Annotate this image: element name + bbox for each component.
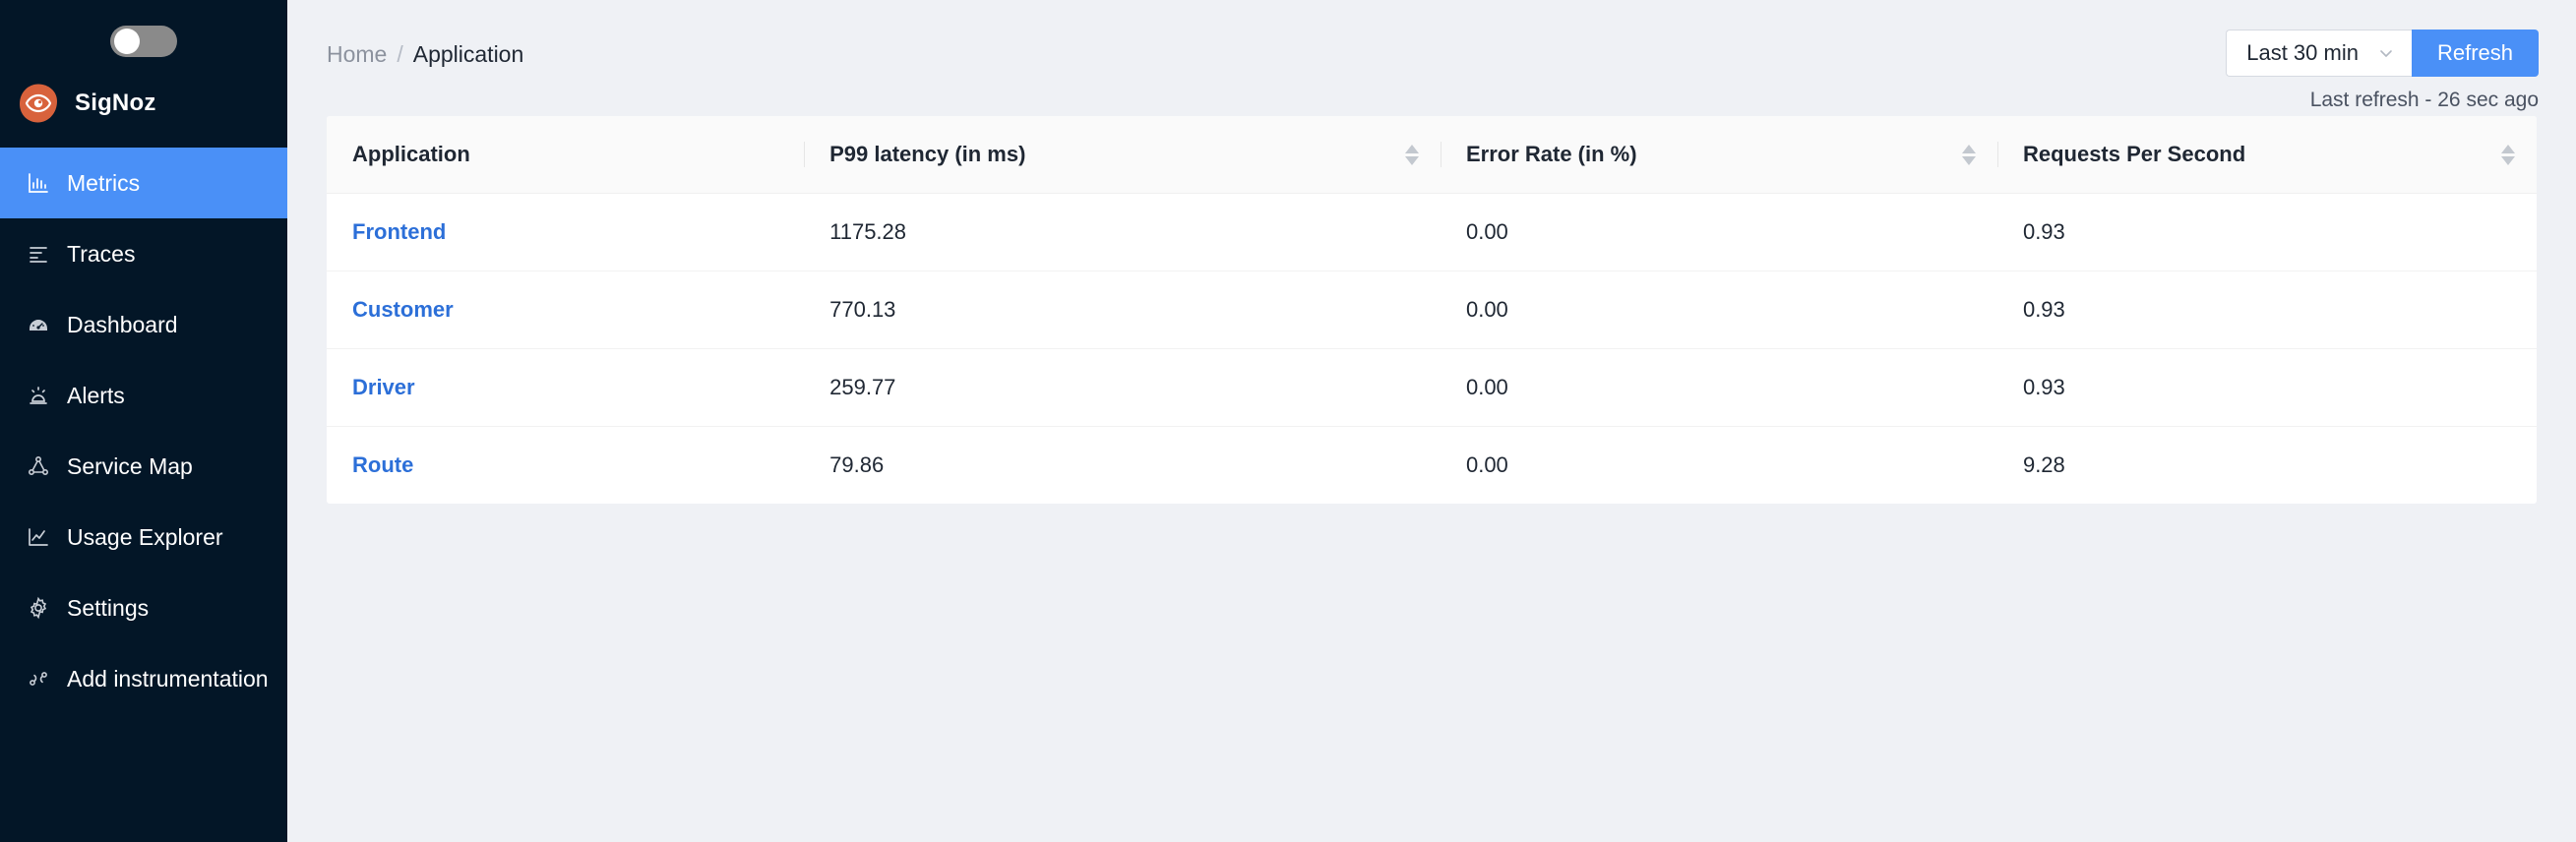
sidebar-item-label: Traces: [67, 240, 136, 267]
app-root: SigNoz Metrics Traces Dashboard Alerts S…: [0, 0, 2576, 842]
topbar-actions: Last 30 min Refresh Last refresh - 26 se…: [2226, 30, 2539, 112]
column-header-p99-latency[interactable]: P99 latency (in ms): [804, 116, 1441, 194]
sidebar: SigNoz Metrics Traces Dashboard Alerts S…: [0, 0, 287, 842]
sidebar-item-label: Usage Explorer: [67, 523, 223, 550]
cell-rps: 0.93: [1996, 271, 2537, 349]
cell-error-rate: 0.00: [1440, 348, 1997, 427]
sidebar-item-label: Settings: [67, 594, 150, 621]
sidebar-item-metrics[interactable]: Metrics: [0, 148, 287, 218]
sidebar-item-label: Add instrumentation: [67, 665, 269, 692]
sort-icon[interactable]: [1961, 144, 1976, 165]
table-row[interactable]: Frontend 1175.28 0.00 0.93: [327, 193, 2537, 271]
column-label: Error Rate (in %): [1465, 142, 1637, 166]
align-left-list-icon: [26, 241, 51, 267]
bar-chart-icon: [26, 170, 51, 196]
chevron-down-icon: [2376, 43, 2396, 63]
theme-toggle[interactable]: [110, 26, 177, 57]
sidebar-item-label: Metrics: [67, 169, 141, 196]
table-row[interactable]: Driver 259.77 0.00 0.93: [327, 348, 2537, 427]
topbar: Home / Application Last 30 min Refresh L…: [287, 0, 2576, 111]
main-content: Home / Application Last 30 min Refresh L…: [287, 0, 2576, 842]
sidebar-item-add-instrumentation[interactable]: Add instrumentation: [0, 643, 287, 714]
sidebar-item-service-map[interactable]: Service Map: [0, 431, 287, 502]
cell-p99: 79.86: [829, 452, 885, 477]
column-label: P99 latency (in ms): [829, 142, 1026, 166]
column-header-application: Application: [327, 116, 805, 194]
topbar-controls: Last 30 min Refresh: [2226, 30, 2539, 77]
sidebar-item-label: Dashboard: [67, 311, 178, 337]
application-link[interactable]: Driver: [352, 375, 415, 399]
theme-toggle-row: [0, 22, 287, 61]
application-link[interactable]: Route: [352, 452, 413, 477]
breadcrumb-separator: /: [397, 41, 403, 67]
brand-name: SigNoz: [75, 90, 156, 116]
column-label: Requests Per Second: [2022, 142, 2246, 166]
cell-p99: 770.13: [804, 271, 1441, 349]
application-metrics-table: Application P99 latency (in ms) Error Ra…: [327, 116, 2537, 504]
dna-instrument-icon: [26, 666, 51, 692]
cell-error-rate: 0.00: [1465, 452, 1508, 477]
cell-error-rate: 0.00: [1440, 271, 1997, 349]
application-link[interactable]: Frontend: [352, 219, 446, 244]
sidebar-nav: Metrics Traces Dashboard Alerts Service …: [0, 148, 287, 714]
application-link[interactable]: Customer: [352, 297, 454, 322]
breadcrumb-current: Application: [412, 41, 524, 67]
refresh-button[interactable]: Refresh: [2411, 30, 2539, 77]
cell-rps: 0.93: [1996, 193, 2537, 271]
cell-p99: 259.77: [804, 348, 1441, 427]
table-row[interactable]: Route 79.86 0.00 9.28: [327, 427, 2537, 505]
sort-icon[interactable]: [2501, 144, 2515, 165]
column-label: Application: [352, 142, 470, 166]
table-header-row: Application P99 latency (in ms) Error Ra…: [327, 116, 2537, 194]
breadcrumb-home[interactable]: Home: [327, 41, 387, 68]
table-body: Frontend 1175.28 0.00 0.93 Customer 770.…: [327, 193, 2537, 505]
sidebar-item-settings[interactable]: Settings: [0, 572, 287, 643]
sidebar-item-dashboard[interactable]: Dashboard: [0, 289, 287, 360]
sidebar-item-alerts[interactable]: Alerts: [0, 360, 287, 431]
dashboard-gauge-icon: [26, 312, 51, 337]
signoz-eye-logo-icon: [20, 84, 57, 123]
table-row[interactable]: Customer 770.13 0.00 0.93: [327, 271, 2537, 349]
sidebar-item-traces[interactable]: Traces: [0, 218, 287, 289]
sidebar-item-label: Alerts: [67, 382, 125, 408]
cell-p99: 1175.28: [804, 193, 1441, 271]
theme-toggle-knob: [114, 29, 140, 54]
gear-icon: [26, 595, 51, 621]
column-header-error-rate[interactable]: Error Rate (in %): [1440, 116, 1997, 194]
cell-rps: 9.28: [2022, 452, 2065, 477]
metrics-table: Application P99 latency (in ms) Error Ra…: [327, 116, 2537, 504]
time-range-value: Last 30 min: [2246, 40, 2359, 65]
table-head: Application P99 latency (in ms) Error Ra…: [327, 116, 2537, 194]
sidebar-item-label: Service Map: [67, 452, 193, 479]
breadcrumb: Home / Application: [327, 30, 523, 68]
last-refresh-status: Last refresh - 26 sec ago: [2309, 89, 2539, 111]
brand[interactable]: SigNoz: [0, 73, 287, 134]
alert-siren-icon: [26, 383, 51, 408]
cell-error-rate: 0.00: [1440, 193, 1997, 271]
cell-rps: 0.93: [1996, 348, 2537, 427]
sort-icon[interactable]: [1404, 144, 1419, 165]
sidebar-item-usage-explorer[interactable]: Usage Explorer: [0, 502, 287, 572]
column-header-requests-per-second[interactable]: Requests Per Second: [1996, 116, 2537, 194]
line-chart-icon: [26, 524, 51, 550]
time-range-select[interactable]: Last 30 min: [2226, 30, 2412, 77]
node-network-icon: [26, 453, 51, 479]
